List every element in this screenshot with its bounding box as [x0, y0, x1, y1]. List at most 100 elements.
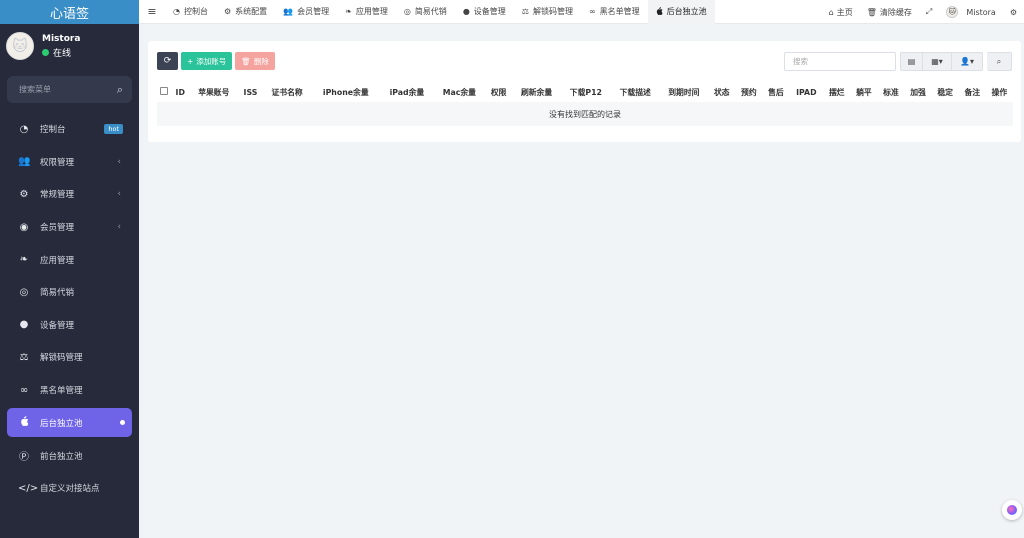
user-menu[interactable]: 🐱 Mistora [939, 6, 1003, 18]
avatar: 🐱 [6, 32, 34, 60]
table-search-input[interactable] [784, 52, 896, 71]
user-panel: 🐱 Mistora 在线 [0, 24, 139, 68]
online-status-icon [42, 48, 49, 56]
tab-label: 控制台 [183, 7, 208, 16]
tab-resale[interactable]: ◎ 简易代销 [396, 0, 455, 24]
column-header[interactable]: iPad余量 [380, 82, 433, 102]
hot-badge: hot [104, 124, 123, 135]
settings-gear-icon[interactable]: ⚙ [1003, 8, 1024, 17]
bicycle-icon: ∞ [588, 7, 596, 16]
chevron-left-icon: ‹ [117, 189, 121, 200]
menu-toggle-icon[interactable]: ≡ [139, 5, 165, 18]
tab-apps[interactable]: ❧ 应用管理 [337, 0, 396, 24]
column-header[interactable]: 下载P12 [561, 82, 611, 102]
delete-button[interactable]: 🗑 删除 [235, 52, 275, 70]
column-header[interactable]: ISS [238, 82, 263, 102]
column-header[interactable]: 售后 [762, 82, 789, 102]
column-header[interactable]: 备注 [959, 82, 986, 102]
column-header[interactable]: 标准 [877, 82, 904, 102]
user-filter-icon[interactable]: 👤▾ [952, 52, 983, 71]
clear-cache-button[interactable]: 🗑 清除缓存 [860, 7, 919, 18]
sidebar-item-custom-sites[interactable]: </> 自定义对接站点 [0, 472, 139, 505]
column-header[interactable]: 下载描述 [611, 82, 660, 102]
sidebar-item-label: 黑名单管理 [40, 386, 83, 397]
leaf-icon: ❧ [345, 7, 352, 16]
export-icon[interactable]: ▤ [900, 52, 923, 71]
app-logo[interactable]: 心语签 [0, 0, 139, 24]
spotify-icon: ◎ [403, 7, 411, 16]
tab-devices[interactable]: ● 设备管理 [455, 0, 514, 24]
column-header[interactable]: 躺平 [850, 82, 877, 102]
balance-scale-icon: ⚖ [521, 7, 529, 16]
tab-label: 会员管理 [297, 7, 330, 16]
home-label: 主页 [836, 7, 853, 17]
search-icon[interactable]: ⌕ [117, 83, 123, 97]
sidebar-item-label: 前台独立池 [40, 451, 83, 462]
sidebar-item-general[interactable]: ⚙ 常规管理 ‹ [0, 178, 139, 211]
column-header[interactable]: Mac余量 [434, 82, 486, 102]
tab-label: 后台独立池 [666, 7, 707, 16]
accounts-table: ID 苹果账号 ISS 证书名称 iPhone余量 iPad余量 Mac余量 权… [157, 82, 1013, 126]
tab-members[interactable]: 👥 会员管理 [275, 0, 337, 24]
chevron-left-icon: ‹ [117, 222, 121, 233]
tab-label: 解锁码管理 [532, 7, 573, 16]
home-link[interactable]: ⌂ 主页 [822, 7, 860, 18]
sidebar-search-input[interactable] [19, 85, 109, 94]
sidebar-item-resale[interactable]: ◎ 简易代销 [0, 276, 139, 309]
sidebar-item-members[interactable]: ◉ 会员管理 ‹ [0, 211, 139, 244]
table-toolbar: ⟳ + 添加账号 🗑 删除 [157, 52, 278, 70]
refresh-button[interactable]: ⟳ [157, 52, 178, 70]
refresh-icon: ⟳ [163, 56, 172, 66]
assistant-bubble-icon[interactable] [1002, 500, 1022, 520]
sidebar-item-devices[interactable]: ● 设备管理 [0, 309, 139, 342]
column-header[interactable]: IPAD [789, 82, 823, 102]
advanced-search-icon[interactable]: ⌕ [987, 52, 1012, 71]
select-all-checkbox[interactable] [160, 87, 168, 95]
columns-toggle-icon[interactable]: ▦▾ [923, 52, 952, 71]
column-header[interactable]: 证书名称 [263, 82, 312, 102]
sidebar-item-apps[interactable]: ❧ 应用管理 [0, 243, 139, 276]
apple-icon [656, 6, 663, 17]
dashboard-icon: ◔ [173, 7, 180, 16]
column-header[interactable]: 权限 [485, 82, 512, 102]
column-header[interactable]: 状态 [708, 82, 735, 102]
sidebar-item-permissions[interactable]: 👥 权限管理 ‹ [0, 146, 139, 179]
column-header[interactable]: 稳定 [932, 82, 959, 102]
username-label: Mistora [966, 7, 996, 17]
column-header[interactable]: 摆烂 [823, 82, 850, 102]
empty-message: 没有找到匹配的记录 [157, 102, 1013, 126]
trash-icon: 🗑 [866, 7, 877, 17]
column-header[interactable]: 加强 [905, 82, 932, 102]
add-account-button[interactable]: + 添加账号 [181, 52, 233, 70]
sidebar-item-blacklist[interactable]: ∞ 黑名单管理 [0, 374, 139, 407]
tab-dashboard[interactable]: ◔ 控制台 [165, 0, 216, 24]
clear-cache-label: 清除缓存 [879, 7, 912, 17]
fullscreen-icon[interactable]: ⤢ [919, 7, 939, 17]
tab-label: 黑名单管理 [599, 7, 640, 16]
column-header[interactable]: 刷新余量 [512, 82, 561, 102]
active-dot-icon [120, 420, 125, 426]
tab-blacklist[interactable]: ∞ 黑名单管理 [581, 0, 648, 24]
column-header[interactable]: 到期时间 [660, 82, 709, 102]
sidebar-item-label: 简易代销 [40, 288, 75, 299]
product-hunt-icon: Ⓟ [19, 452, 29, 464]
column-header[interactable]: 操作 [986, 82, 1013, 102]
tab-unlock-codes[interactable]: ⚖ 解锁码管理 [514, 0, 581, 24]
delete-label: 删除 [253, 56, 269, 66]
column-header[interactable]: 苹果账号 [189, 82, 238, 102]
sidebar-item-backend-pool[interactable]: 后台独立池 [7, 408, 132, 438]
sidebar-item-dashboard[interactable]: ◔ 控制台 hot [0, 113, 139, 146]
tab-label: 系统配置 [235, 7, 268, 16]
cogs-icon: ⚙ [19, 188, 29, 200]
sidebar-item-label: 设备管理 [40, 320, 75, 331]
sidebar-item-frontend-pool[interactable]: Ⓟ 前台独立池 [0, 439, 139, 472]
column-header[interactable]: iPhone余量 [311, 82, 380, 102]
tab-system-config[interactable]: ⚙ 系统配置 [216, 0, 275, 24]
column-header[interactable]: ID [171, 82, 189, 102]
tab-backend-pool[interactable]: 后台独立池 [647, 0, 715, 24]
sidebar-item-unlock-codes[interactable]: ⚖ 解锁码管理 [0, 341, 139, 374]
sidebar-item-label: 解锁码管理 [40, 353, 83, 364]
table-tools: ▤ ▦▾ 👤▾ ⌕ [784, 52, 1012, 71]
column-header[interactable]: 预约 [735, 82, 762, 102]
code-icon: </> [18, 482, 39, 494]
